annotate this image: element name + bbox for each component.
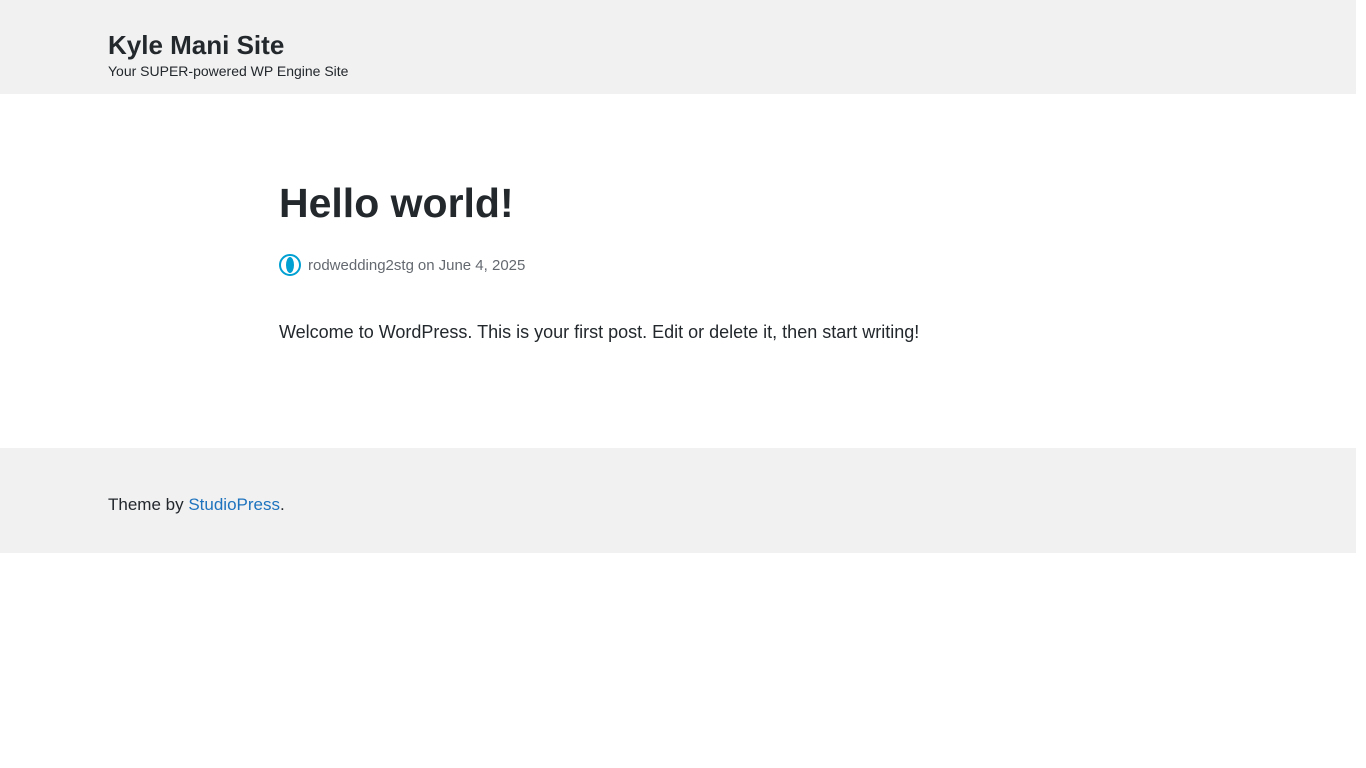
footer-credit-prefix: Theme by bbox=[108, 495, 184, 514]
avatar-icon bbox=[279, 254, 301, 276]
site-tagline: Your SUPER-powered WP Engine Site bbox=[108, 63, 349, 79]
footer-credit: Theme by StudioPress. bbox=[108, 494, 285, 516]
post-meta: rodwedding2stg on June 4, 2025 bbox=[279, 254, 525, 276]
post-author-link[interactable]: rodwedding2stg bbox=[308, 257, 414, 274]
post-date-prefix: on bbox=[417, 256, 435, 274]
footer-credit-suffix: . bbox=[280, 495, 285, 514]
site-title-link[interactable]: Kyle Mani Site bbox=[108, 29, 284, 61]
post-content: Welcome to WordPress. This is your first… bbox=[279, 322, 920, 342]
post-date-link[interactable]: June 4, 2025 bbox=[439, 257, 526, 274]
post-title: Hello world! bbox=[279, 180, 514, 226]
studiopress-link[interactable]: StudioPress bbox=[188, 495, 280, 514]
